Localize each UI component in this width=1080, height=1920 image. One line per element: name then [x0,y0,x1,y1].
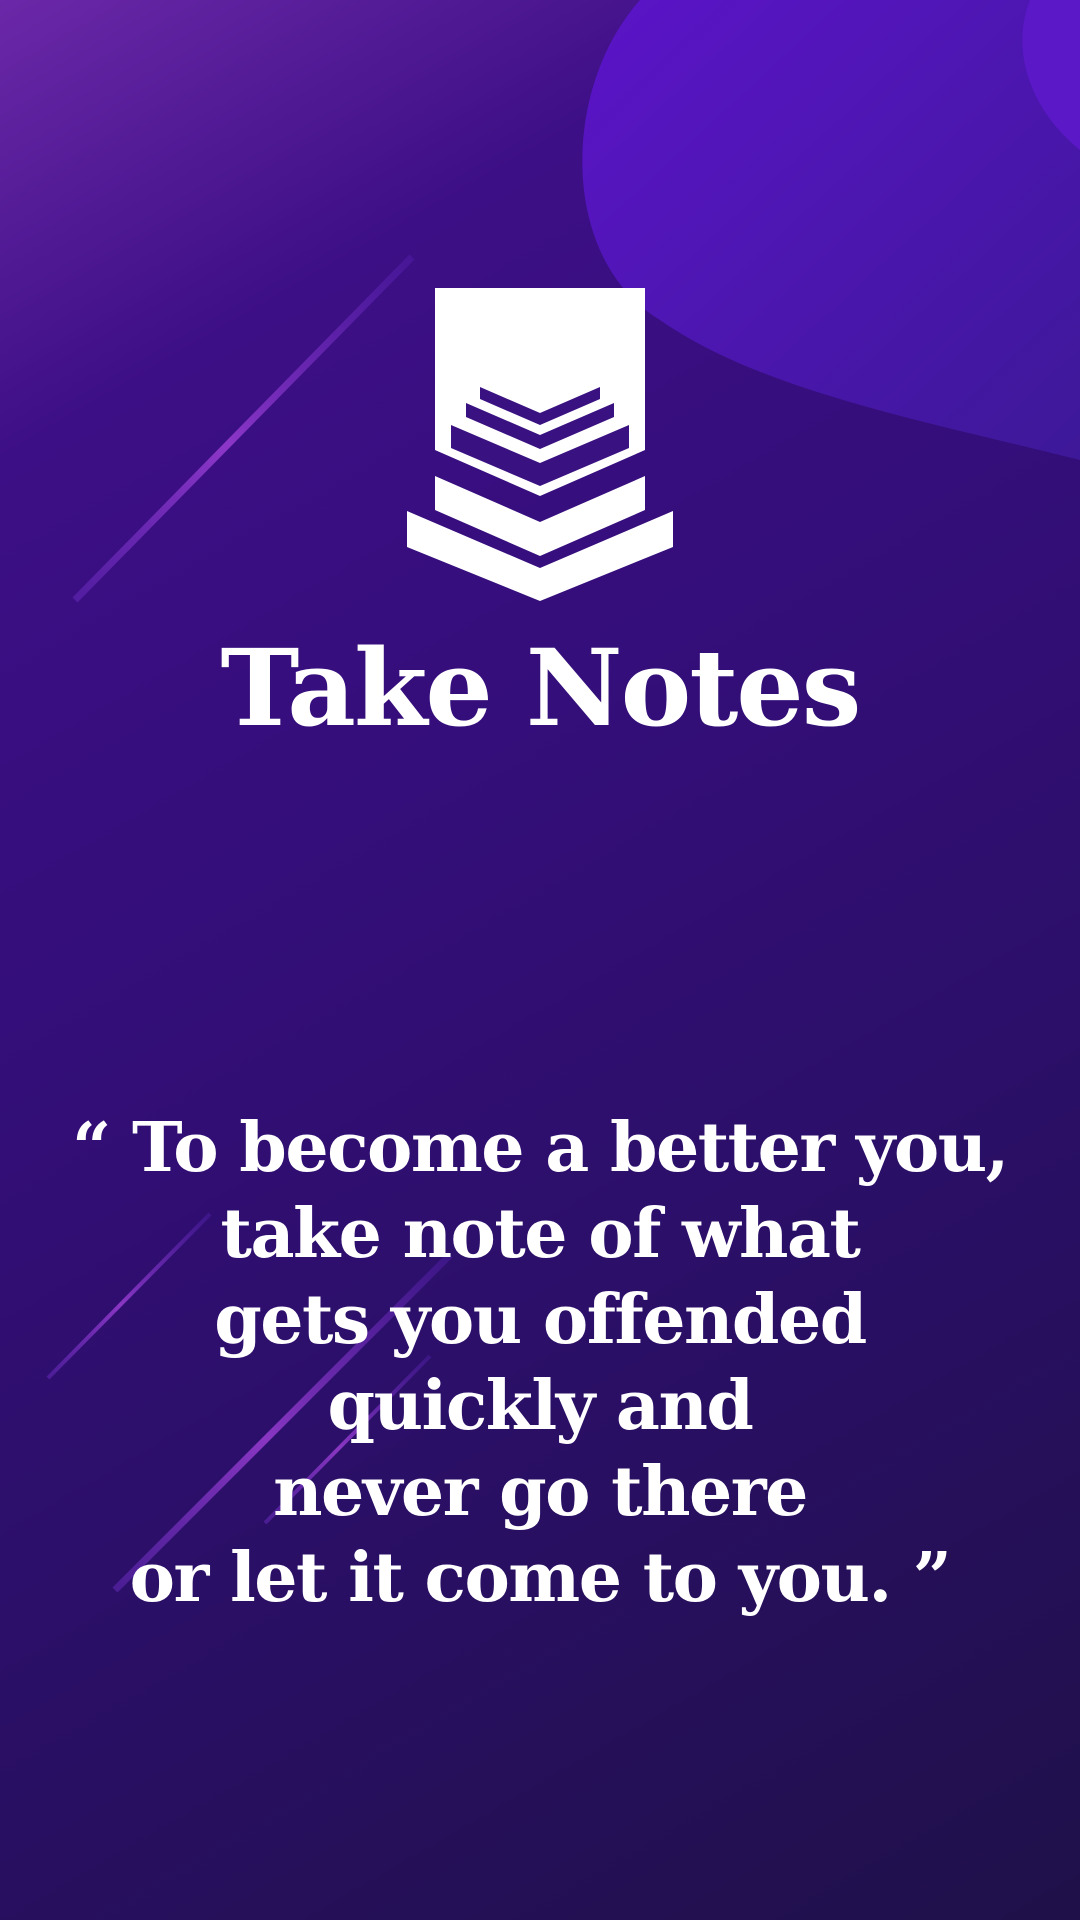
page-title: Take Notes [220,625,862,750]
stacked-chevrons-badge-icon [407,288,673,601]
quote-line: gets you offended [214,1280,867,1360]
quote-line: “ To become a better you, [72,1108,1009,1188]
quote-line: quickly and [327,1366,754,1446]
quote-line: never go there [273,1452,808,1532]
diagonal-streak [72,254,415,603]
onboarding-screen: Take Notes “ To become a better you, tak… [0,0,1080,1920]
motivational-quote: “ To become a better you, take note of w… [60,1105,1020,1621]
quote-line: take note of what [220,1194,861,1274]
quote-line: or let it come to you. ” [129,1538,952,1618]
